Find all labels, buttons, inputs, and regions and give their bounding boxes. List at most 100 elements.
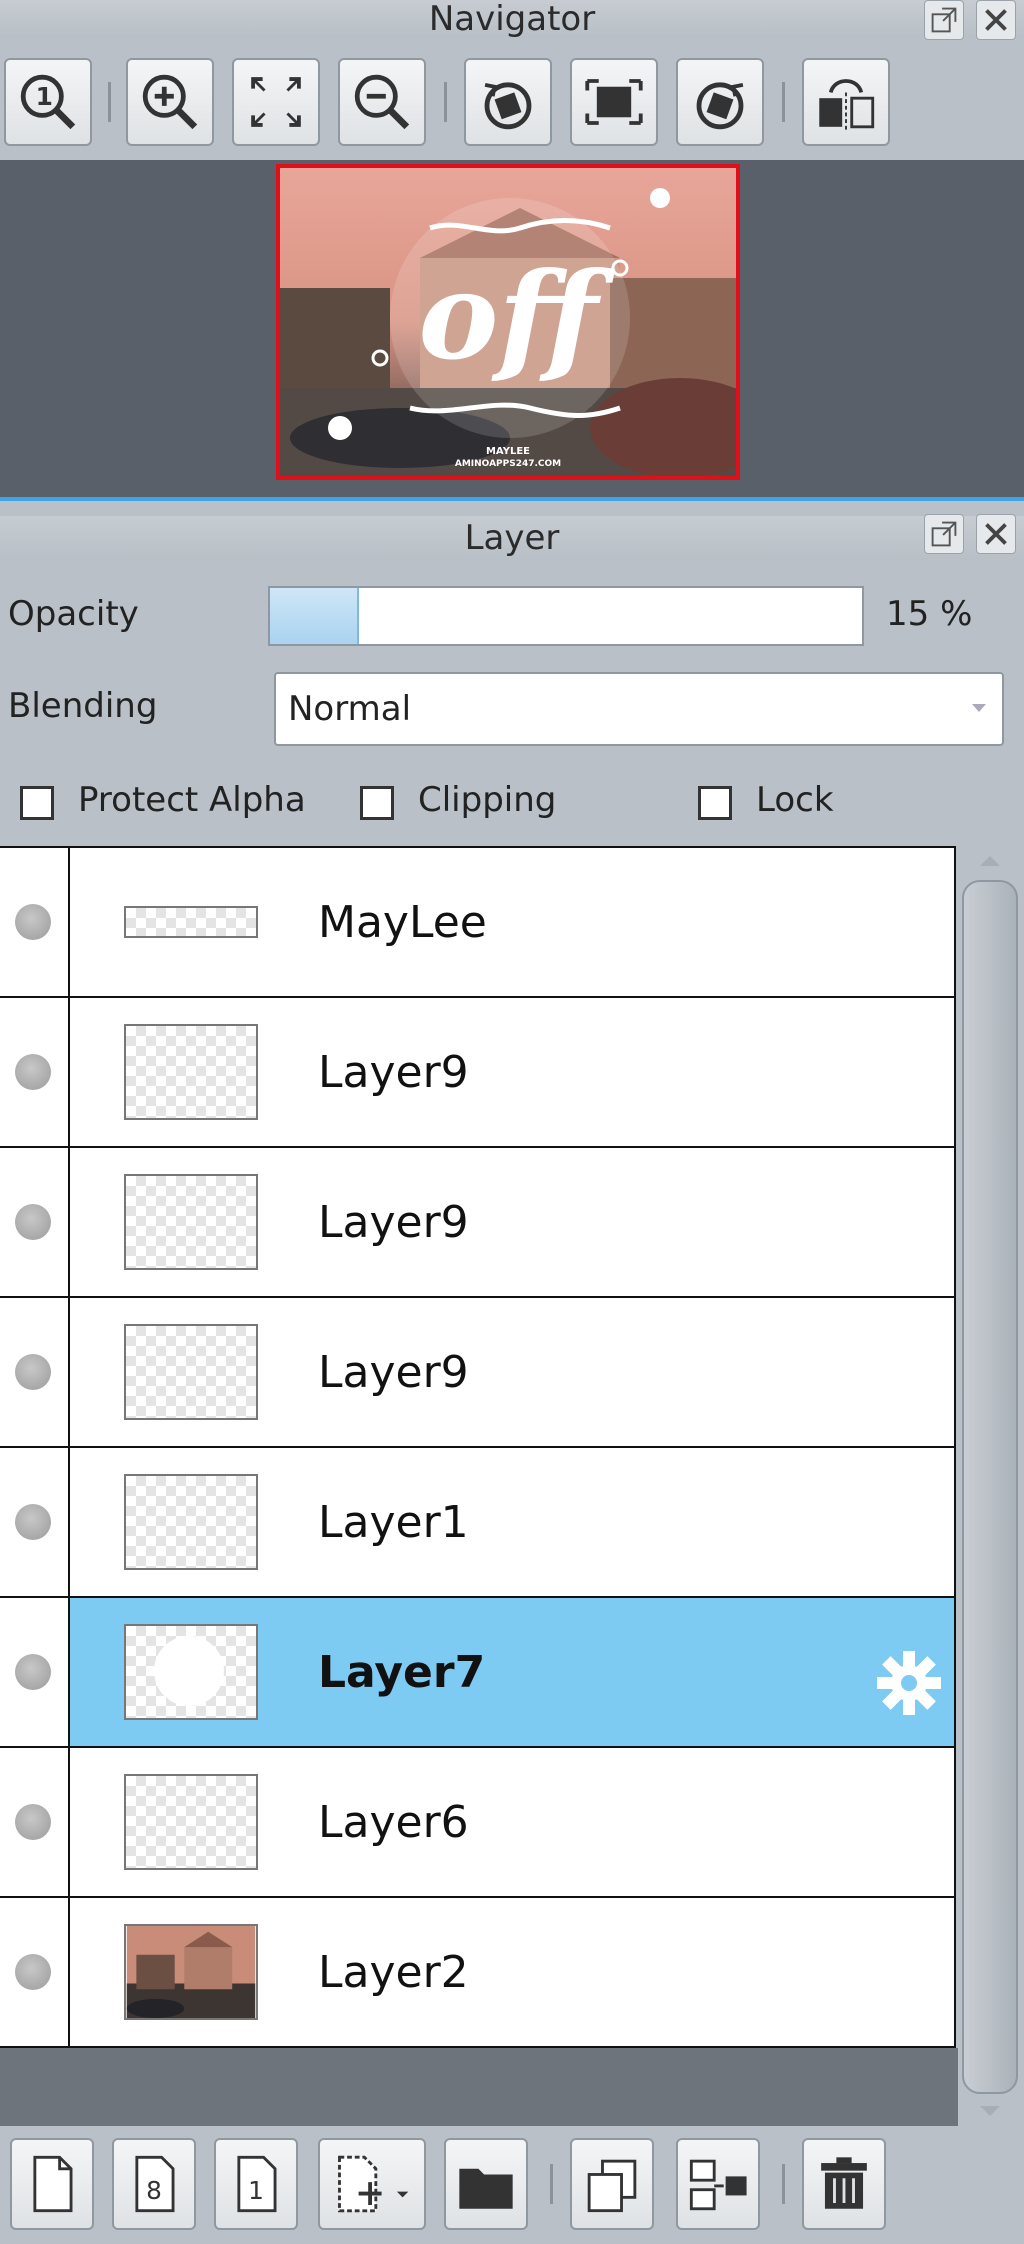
layer-settings-gear-icon[interactable]	[874, 1648, 944, 1718]
folder-icon	[459, 2168, 513, 2209]
close-icon	[985, 523, 1007, 545]
toolbar-separator	[108, 82, 111, 122]
visibility-toggle-icon[interactable]	[15, 1804, 51, 1840]
visibility-column	[0, 1748, 70, 1896]
visibility-toggle-icon[interactable]	[15, 1354, 51, 1390]
preview-caption-1: MAYLEE	[486, 446, 530, 457]
layer-thumbnail	[124, 1174, 258, 1270]
scroll-up-icon[interactable]	[976, 852, 1004, 868]
visibility-toggle-icon[interactable]	[15, 1954, 51, 1990]
visibility-column	[0, 1598, 70, 1746]
reset-rotation-button[interactable]	[570, 58, 658, 146]
preview-title-text: off	[418, 246, 615, 387]
svg-text:8: 8	[146, 2176, 162, 2205]
blending-select[interactable]: Normal	[274, 672, 1004, 746]
layer-row[interactable]: Layer9	[0, 1298, 956, 1448]
new-folder-button[interactable]	[444, 2138, 528, 2230]
clipping-label: Clipping	[418, 780, 557, 820]
duplicate-layer-button[interactable]	[570, 2138, 654, 2230]
layer-thumbnail	[124, 1624, 258, 1720]
rotate-right-button[interactable]	[676, 58, 764, 146]
fit-window-button[interactable]	[232, 58, 320, 146]
visibility-column	[0, 1898, 70, 2046]
navigator-float-button[interactable]	[924, 0, 964, 40]
layer-row[interactable]: MayLee	[0, 848, 956, 998]
layer-panel-title: Layer	[464, 518, 560, 558]
layer-name: Layer2	[318, 1947, 469, 1998]
zoom-out-button[interactable]	[338, 58, 426, 146]
navigator-preview[interactable]: off MAYLEE AMINOAPPS247.COM	[276, 164, 740, 480]
protect-alpha-label: Protect Alpha	[78, 780, 306, 820]
layer-name: Layer1	[318, 1497, 469, 1548]
svg-text:1: 1	[248, 2176, 264, 2205]
layer-scrollbar-thumb[interactable]	[962, 880, 1018, 2094]
rotate-right-icon	[696, 82, 744, 130]
blending-label: Blending	[8, 686, 158, 726]
layer-name: Layer6	[318, 1797, 469, 1848]
layer-row[interactable]: Layer2	[0, 1898, 956, 2048]
layer-thumbnail	[124, 1474, 258, 1570]
rotate-left-button[interactable]	[464, 58, 552, 146]
layer-thumbnail	[124, 1024, 258, 1120]
preview-caption-2: AMINOAPPS247.COM	[455, 459, 561, 469]
lock-label: Lock	[756, 780, 834, 820]
flip-horizontal-icon	[819, 79, 875, 131]
lock-checkbox[interactable]	[698, 786, 732, 820]
layer-row[interactable]: Layer9	[0, 1148, 956, 1298]
layer-name: MayLee	[318, 897, 487, 948]
layer-close-button[interactable]	[976, 514, 1016, 554]
toolbar-separator	[444, 82, 447, 122]
new-layer-button[interactable]	[10, 2138, 94, 2230]
trash-icon	[821, 2157, 867, 2209]
new-page-icon	[33, 2155, 73, 2213]
layer-thumbnail-photo	[124, 1924, 258, 2020]
zoom-out-icon	[354, 74, 410, 130]
layer-name: Layer9	[318, 1197, 469, 1248]
navigator-title: Navigator	[428, 0, 596, 39]
zoom-in-button[interactable]	[126, 58, 214, 146]
close-icon	[985, 9, 1007, 31]
add-layer-dropdown-icon	[338, 2155, 409, 2213]
popout-icon	[931, 7, 957, 33]
protect-alpha-checkbox[interactable]	[20, 786, 54, 820]
opacity-label: Opacity	[8, 594, 139, 634]
toolbar-separator	[782, 82, 785, 122]
layer-thumbnail	[124, 906, 258, 938]
new-1bit-layer-button[interactable]: 1	[214, 2138, 298, 2230]
zoom-actual-button[interactable]: 1	[4, 58, 92, 146]
duplicate-icon	[587, 2159, 637, 2213]
layer-float-button[interactable]	[924, 514, 964, 554]
opacity-slider[interactable]	[268, 586, 864, 646]
layer-1bit-icon: 1	[237, 2155, 277, 2213]
add-layer-menu-button[interactable]	[318, 2138, 426, 2230]
panel-divider	[0, 497, 1024, 501]
layer-name: Layer7	[318, 1647, 486, 1698]
navigator-close-button[interactable]	[976, 0, 1016, 40]
visibility-toggle-icon[interactable]	[15, 1654, 51, 1690]
layer-name: Layer9	[318, 1347, 469, 1398]
layer-name: Layer9	[318, 1047, 469, 1098]
svg-text:1: 1	[36, 82, 53, 111]
layer-row-selected[interactable]: Layer7	[0, 1598, 956, 1748]
visibility-toggle-icon[interactable]	[15, 1054, 51, 1090]
layer-row[interactable]: Layer6	[0, 1748, 956, 1898]
new-8bit-layer-button[interactable]: 8	[112, 2138, 196, 2230]
visibility-column	[0, 1148, 70, 1296]
reset-view-icon	[585, 79, 643, 125]
visibility-column	[0, 1448, 70, 1596]
delete-layer-button[interactable]	[802, 2138, 886, 2230]
visibility-toggle-icon[interactable]	[15, 904, 51, 940]
toolbar-separator	[550, 2164, 553, 2204]
merge-layer-button[interactable]	[676, 2138, 760, 2230]
clipping-checkbox[interactable]	[360, 786, 394, 820]
visibility-column	[0, 998, 70, 1146]
layer-row[interactable]: Layer9	[0, 998, 956, 1148]
layer-row[interactable]: Layer1	[0, 1448, 956, 1598]
visibility-toggle-icon[interactable]	[15, 1504, 51, 1540]
toolbar-separator	[782, 2164, 785, 2204]
scroll-down-icon[interactable]	[976, 2104, 1004, 2120]
flip-horizontal-button[interactable]	[802, 58, 890, 146]
fit-screen-icon	[251, 77, 301, 127]
visibility-toggle-icon[interactable]	[15, 1204, 51, 1240]
layer-thumbnail	[124, 1324, 258, 1420]
